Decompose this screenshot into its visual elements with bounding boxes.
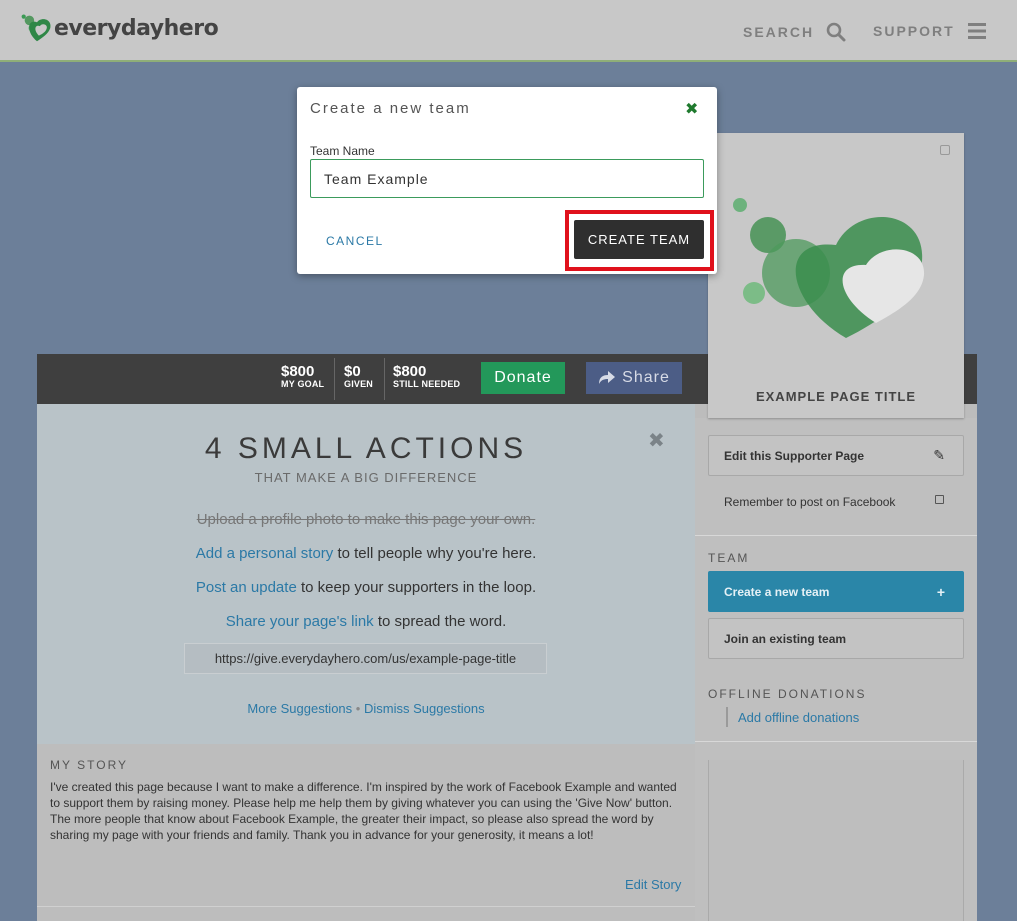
create-team-modal: Create a new team ✖ Team Name CANCEL CRE… [297,87,717,274]
everydayhero-logo[interactable]: everydayhero [18,8,219,48]
search-icon [826,22,846,42]
story-heading: MY STORY [50,758,129,772]
given-value: $0 [344,363,361,380]
modal-title: Create a new team [310,100,471,117]
create-new-team-button[interactable]: Create a new team + [708,571,964,612]
page-title: EXAMPLE PAGE TITLE [755,389,917,404]
offline-indicator-bar [726,707,728,727]
action-personal-story: Add a personal story to tell people why … [37,545,695,562]
edit-page-label: Edit this Supporter Page [724,448,865,463]
top-navigation-bar: everydayhero SEARCH SUPPORT [0,0,1017,62]
page-image-card: EXAMPLE PAGE TITLE [708,133,964,418]
divider [695,741,977,742]
needed-value: $800 [393,363,427,380]
goal-label: MY GOAL [281,379,325,389]
goal-value: $800 [281,363,315,380]
upload-photo-text: Upload a profile photo to make this page… [196,511,536,528]
separator-dot: • [355,701,361,716]
heart-logo-icon [21,14,51,42]
share-link-text: to spread the word. [373,613,507,630]
hamburger-menu-icon [967,23,986,39]
given-label: GIVEN [344,379,374,389]
story-text: I've created this page because I want to… [50,780,677,842]
edit-story-link[interactable]: Edit Story [625,877,681,892]
share-arrow-icon [599,371,616,384]
sidebar-lower-panel [708,760,964,921]
suggestions-links: More Suggestions • Dismiss Suggestions [37,701,695,716]
support-nav-link[interactable]: SUPPORT [873,22,987,40]
plus-icon: + [936,583,945,600]
page-url-field[interactable]: https://give.everydayhero.com/us/example… [184,643,547,674]
team-heading: TEAM [708,551,750,565]
close-modal-icon[interactable]: ✖ [685,99,698,119]
small-actions-panel: 4 SMALL ACTIONS THAT MAKE A BIG DIFFEREN… [37,404,695,744]
given-stat: $0 GIVEN [344,364,373,390]
create-team-label: Create a new team [724,584,830,599]
edit-supporter-page-button[interactable]: Edit this Supporter Page ✎ [708,435,964,476]
donate-button[interactable]: Donate [481,362,565,394]
hearts-graphic [733,198,925,338]
post-update-link[interactable]: Post an update [196,579,297,596]
action-share-link: Share your page's link to spread the wor… [37,613,695,630]
join-existing-team-button[interactable]: Join an existing team [708,618,964,659]
action-upload-photo: Upload a profile photo to make this page… [37,511,695,528]
post-update-text: to keep your supporters in the loop. [296,579,537,596]
logo-text: everydayhero [54,15,219,41]
needed-stat: $800 STILL NEEDED [393,364,460,390]
add-personal-story-link[interactable]: Add a personal story [196,545,334,562]
search-nav-link[interactable]: SEARCH [743,22,846,42]
team-name-label: Team Name [310,144,375,158]
my-story-section: MY STORY I've created this page because … [37,744,695,921]
support-label: SUPPORT [873,23,955,39]
divider [695,535,977,536]
stat-divider [384,358,385,400]
share-button[interactable]: Share [586,362,682,394]
pencil-icon: ✎ [933,447,945,463]
join-team-label: Join an existing team [724,631,847,646]
divider [37,906,695,907]
cancel-button[interactable]: CANCEL [326,234,384,248]
team-name-input[interactable] [310,159,704,198]
edit-image-icon[interactable] [940,145,950,155]
add-offline-donations-link[interactable]: Add offline donations [738,710,859,725]
personal-story-text: to tell people why you're here. [333,545,537,562]
dismiss-suggestions-link[interactable]: Dismiss Suggestions [364,701,485,716]
search-label: SEARCH [743,24,815,40]
close-icon[interactable]: ✖ [648,428,665,453]
action-post-update: Post an update to keep your supporters i… [37,579,695,596]
stat-divider [334,358,335,400]
offline-donations-heading: OFFLINE DONATIONS [708,687,867,701]
needed-label: STILL NEEDED [393,379,461,389]
create-team-button[interactable]: CREATE TEAM [574,220,704,259]
share-page-link[interactable]: Share your page's link [226,613,374,630]
more-suggestions-link[interactable]: More Suggestions [247,701,352,716]
actions-subtitle: THAT MAKE A BIG DIFFERENCE [254,470,478,485]
goal-stat: $800 MY GOAL [281,364,324,390]
remember-facebook-label: Remember to post on Facebook [724,495,896,509]
actions-title: 4 SMALL ACTIONS [204,432,528,465]
remember-facebook-checkbox[interactable] [935,495,944,504]
share-label: Share [622,369,670,386]
